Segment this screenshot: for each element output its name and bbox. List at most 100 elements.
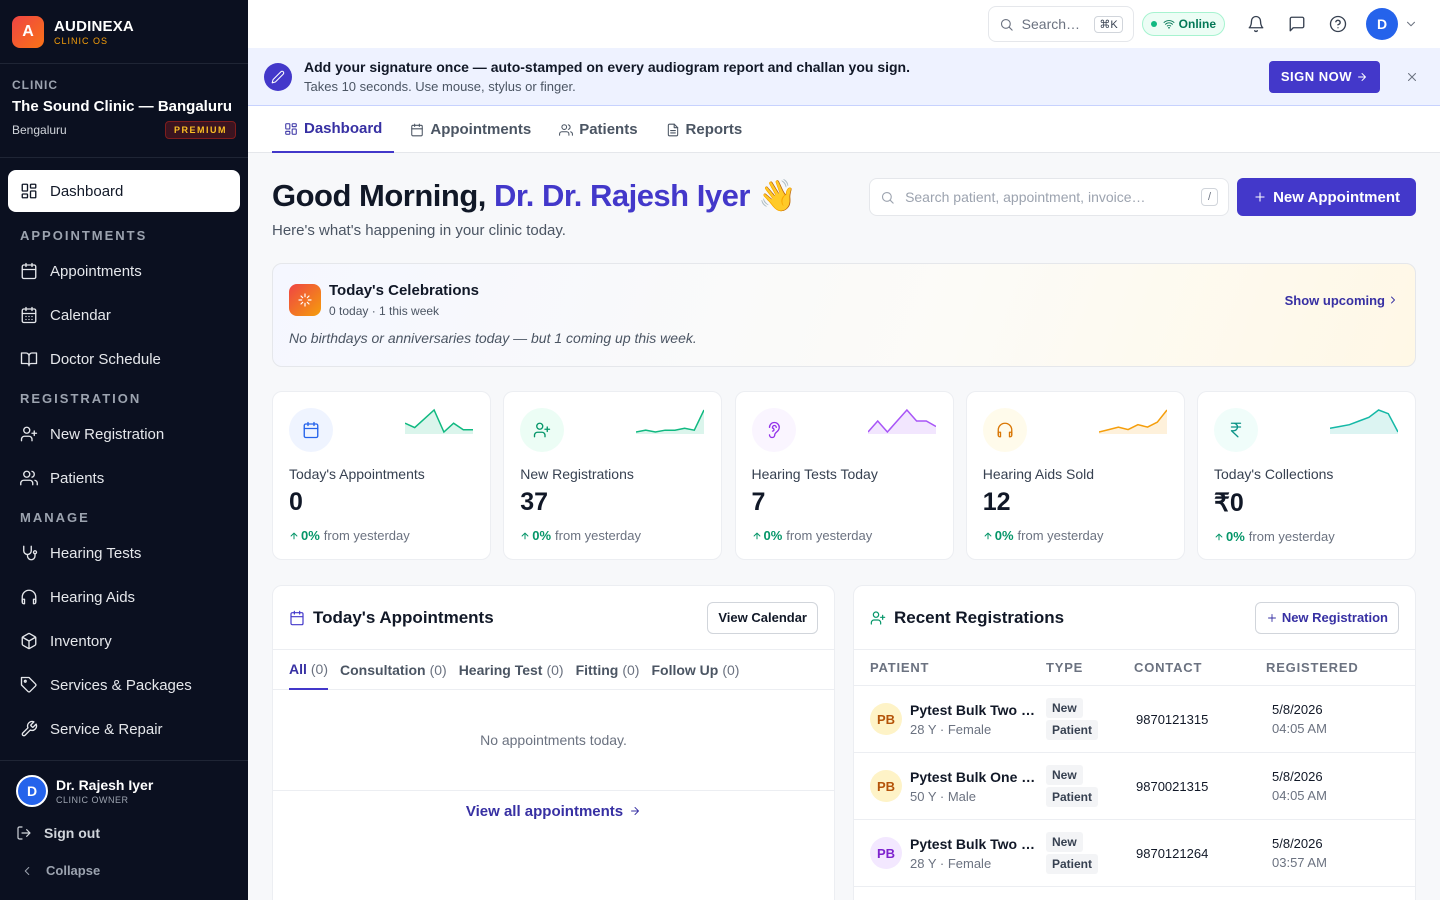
arrow-right-icon xyxy=(1358,72,1366,81)
sign-out-button[interactable]: Sign out xyxy=(16,825,232,841)
stat-trend: 0% from yesterday xyxy=(289,528,474,543)
sign-out-label: Sign out xyxy=(44,825,100,841)
sidebar-item-new-registration[interactable]: New Registration xyxy=(8,412,240,456)
tab-dashboard[interactable]: Dashboard xyxy=(272,106,395,153)
user-profile[interactable]: D Dr. Rajesh Iyer CLINIC OWNER xyxy=(16,775,232,807)
sidebar-item-calendar[interactable]: Calendar xyxy=(8,293,240,337)
filter-tab-all[interactable]: All (0) xyxy=(289,650,329,690)
notifications-button[interactable] xyxy=(1235,6,1276,42)
table-row[interactable]: PB Pytest Bulk Two … 28 Y · Female New Patie… xyxy=(854,820,1415,887)
arrow-up-icon xyxy=(290,532,298,539)
stat-suffix: from yesterday xyxy=(786,528,873,543)
banner-title: Add your signature once — auto-stamped o… xyxy=(304,59,910,75)
tab-patients[interactable]: Patients xyxy=(547,106,649,153)
type-badge: New Patient xyxy=(1046,764,1134,808)
arrow-up-icon xyxy=(753,532,760,539)
stat-card-appointments[interactable]: Today's Appointments 0 0% from yesterday xyxy=(272,391,491,560)
stat-card-collections[interactable]: Today's Collections ₹0 0% from yesterday xyxy=(1197,391,1416,560)
sidebar-footer: D Dr. Rajesh Iyer CLINIC OWNER Sign out … xyxy=(0,760,248,900)
registrations-panel: Recent Registrations New Registration PA… xyxy=(853,585,1416,900)
main-content: Good Morning, Dr. Dr. Rajesh Iyer 👋 Here… xyxy=(272,153,1416,900)
search-input[interactable] xyxy=(905,189,1201,205)
stat-trend: 0% from yesterday xyxy=(983,528,1168,543)
banner-subtitle: Takes 10 seconds. Use mouse, stylus or f… xyxy=(304,79,576,94)
table-header: PATIENT TYPE CONTACT REGISTERED xyxy=(854,650,1415,686)
patient-meta: 28 Y · Female xyxy=(910,855,992,871)
table-row[interactable]: PB Pytest Bulk One … 50 Y · Male New Patient… xyxy=(854,753,1415,820)
rupee-icon xyxy=(1230,422,1242,438)
tab-label: Dashboard xyxy=(304,120,383,137)
sidebar-item-appointments[interactable]: Appointments xyxy=(8,249,240,293)
stat-change: 0% xyxy=(301,528,320,543)
brand-logo: A xyxy=(12,15,44,48)
celebrations-title: Today's Celebrations xyxy=(329,282,479,299)
view-calendar-button[interactable]: View Calendar xyxy=(707,601,818,634)
brand: A AUDINEXA CLINIC OS xyxy=(0,0,248,64)
tab-label: Reports xyxy=(685,121,743,138)
log-out-icon xyxy=(17,826,31,840)
empty-state: No appointments today. xyxy=(273,690,834,791)
sidebar-item-patients[interactable]: Patients xyxy=(8,456,240,500)
filter-tab-hearing-test[interactable]: Hearing Test (0) xyxy=(459,650,564,690)
stat-change: 0% xyxy=(763,528,783,543)
new-registration-label: New Registration xyxy=(1281,610,1388,625)
patient-name[interactable]: Pytest Bulk One … xyxy=(910,769,1036,785)
sidebar-item-dashboard[interactable]: Dashboard xyxy=(8,170,240,212)
stat-card-hearing-tests[interactable]: Hearing Tests Today 7 0% from yesterday xyxy=(734,391,954,560)
patient-name[interactable]: Pytest Bulk Two … xyxy=(910,702,1036,718)
messages-button[interactable] xyxy=(1276,6,1317,42)
sidebar-item-inventory[interactable]: Inventory xyxy=(8,619,240,663)
new-registration-button[interactable]: New Registration xyxy=(1254,601,1399,634)
filter-tab-fitting[interactable]: Fitting (0) xyxy=(576,650,640,690)
show-upcoming-label: Show upcoming xyxy=(1284,292,1385,308)
stethoscope-icon xyxy=(23,545,38,561)
sidebar-item-services-packages[interactable]: Services & Packages xyxy=(8,663,240,707)
table-row[interactable]: PB Pytest Bulk Two … 28 Y · Female New Patie… xyxy=(854,686,1415,753)
tab-reports[interactable]: Reports xyxy=(654,106,755,153)
filter-count: (0) xyxy=(722,662,740,678)
help-button[interactable] xyxy=(1317,6,1358,42)
chevron-down-icon[interactable] xyxy=(1404,17,1418,31)
stat-card-registrations[interactable]: New Registrations 37 0% from yesterday xyxy=(503,391,723,560)
view-all-appointments-link[interactable]: View all appointments xyxy=(273,791,834,831)
show-upcoming-link[interactable]: Show upcoming xyxy=(1285,293,1399,308)
celebrations-message: No birthdays or anniversaries today — bu… xyxy=(289,330,697,346)
stat-icon-wrap xyxy=(1214,408,1258,452)
sidebar-item-service-repair[interactable]: Service & Repair xyxy=(8,707,240,751)
new-appointment-button[interactable]: New Appointment xyxy=(1237,178,1416,216)
sidebar-item-label: Services & Packages xyxy=(50,676,192,694)
patient-name[interactable]: Pytest Bulk Two … xyxy=(910,836,1036,852)
filter-tab-consultation[interactable]: Consultation (0) xyxy=(340,650,447,690)
sidebar-item-label: Dashboard xyxy=(50,182,124,200)
view-all-label: View all appointments xyxy=(465,802,624,820)
stat-icon-wrap xyxy=(289,408,333,452)
sparkline xyxy=(405,408,473,434)
stat-icon-wrap xyxy=(520,408,565,452)
filter-count: (0) xyxy=(546,662,564,678)
filter-tab-follow-up[interactable]: Follow Up (0) xyxy=(651,650,739,690)
shortcut-badge: / xyxy=(1201,188,1219,206)
tab-appointments[interactable]: Appointments xyxy=(398,106,543,153)
tag-icon xyxy=(20,676,37,693)
banner-close-button[interactable] xyxy=(1400,70,1424,84)
user-avatar-button[interactable]: D xyxy=(1366,8,1398,40)
sidebar-item-doctor-schedule[interactable]: Doctor Schedule xyxy=(8,337,240,381)
sidebar-item-hearing-aids[interactable]: Hearing Aids xyxy=(8,575,240,619)
search-icon xyxy=(882,191,894,204)
shortcut-badge: ⌘K xyxy=(1094,15,1123,33)
stat-card-hearing-aids[interactable]: Hearing Aids Sold 12 0% from yesterday xyxy=(965,391,1185,560)
type-badge: New Patient xyxy=(1046,697,1134,741)
plus-icon xyxy=(1267,613,1276,622)
celebrations-card: Today's Celebrations 0 today · 1 this we… xyxy=(272,263,1416,367)
user-role: CLINIC OWNER xyxy=(56,795,129,805)
stat-trend: 0% from yesterday xyxy=(752,528,937,543)
user-plus-icon xyxy=(20,426,38,442)
global-search-button[interactable]: Search… ⌘K xyxy=(987,6,1134,42)
sign-now-button[interactable]: SIGN NOW xyxy=(1268,60,1380,93)
sidebar-item-hearing-tests[interactable]: Hearing Tests xyxy=(8,531,240,575)
collapse-button[interactable]: Collapse xyxy=(16,863,232,878)
registered-date: 5/8/2026 xyxy=(1272,769,1323,784)
stat-change: 0% xyxy=(532,528,552,543)
page-title: Good Morning, Dr. Dr. Rajesh Iyer 👋 xyxy=(272,177,797,214)
sparkline xyxy=(1330,409,1398,434)
